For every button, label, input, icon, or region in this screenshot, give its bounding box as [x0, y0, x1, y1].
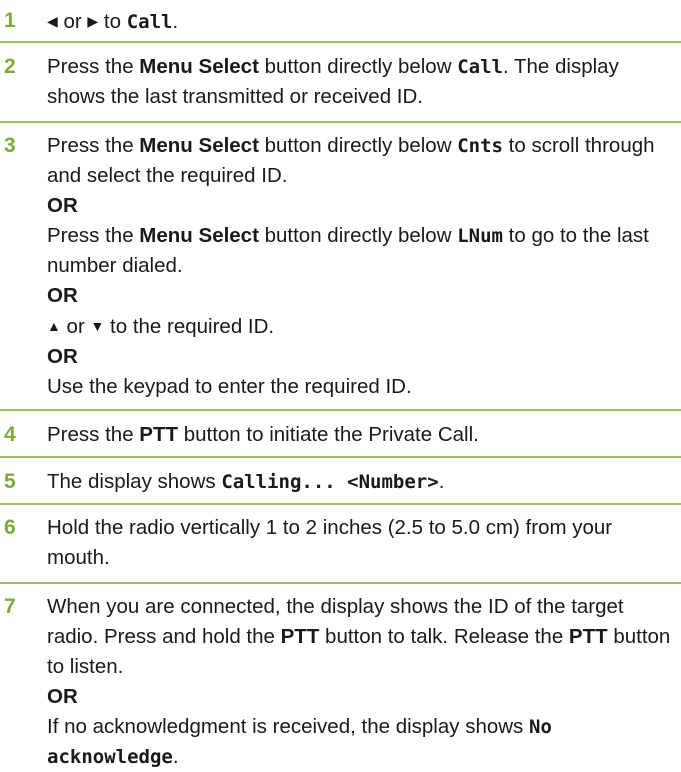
display-text-cnts: Cnts: [457, 135, 503, 157]
display-text-calling: Calling... <Number>: [221, 471, 439, 493]
option-last-number: Press the Menu Select button directly be…: [47, 224, 649, 277]
menu-select-label: Menu Select: [139, 55, 259, 78]
option-arrows: ▲ or ▼ to the required ID.: [47, 311, 675, 342]
option-contacts: Press the Menu Select button directly be…: [47, 134, 655, 187]
down-arrow-icon: ▼: [90, 318, 105, 334]
step-text: ◀ or ▶ to Call.: [47, 6, 675, 37]
step-number: 3: [4, 134, 16, 157]
step-text: Press the Menu Select button directly be…: [47, 131, 675, 402]
or-label: OR: [47, 345, 78, 368]
step-number: 5: [4, 470, 16, 493]
display-text-call: Call: [126, 11, 173, 33]
menu-select-label: Menu Select: [139, 134, 259, 157]
step-text: Press the PTT button to initiate the Pri…: [47, 423, 479, 446]
step-text: When you are connected, the display show…: [47, 592, 675, 772]
step-number: 6: [4, 516, 16, 539]
option-keypad: Use the keypad to enter the required ID.: [47, 375, 412, 398]
step-number: 2: [4, 55, 16, 78]
up-arrow-icon: ▲: [47, 318, 61, 334]
ptt-label: PTT: [139, 423, 179, 446]
left-arrow-icon: ◀: [47, 13, 58, 29]
display-text-call: Call: [457, 56, 503, 78]
divider: [0, 121, 681, 123]
step-text: Hold the radio vertically 1 to 2 inches …: [47, 516, 613, 569]
step-number: 7: [4, 595, 16, 618]
menu-select-label: Menu Select: [139, 224, 259, 247]
divider: [0, 582, 681, 584]
divider: [0, 41, 681, 43]
or-label: OR: [47, 685, 78, 708]
option-no-ack: If no acknowledgment is received, the di…: [47, 715, 552, 768]
divider: [0, 409, 681, 411]
divider: [0, 456, 681, 458]
step-text: Press the Menu Select button directly be…: [47, 55, 619, 108]
option-connected: When you are connected, the display show…: [47, 595, 671, 678]
right-arrow-icon: ▶: [87, 13, 99, 29]
step-number: 4: [4, 423, 16, 446]
step-text: The display shows Calling... <Number>.: [47, 470, 445, 493]
divider: [0, 503, 681, 505]
display-text-lnum: LNum: [457, 225, 503, 247]
step-number: 1: [4, 9, 16, 32]
ptt-label: PTT: [280, 625, 320, 648]
ptt-label: PTT: [568, 625, 608, 648]
or-label: OR: [47, 194, 78, 217]
or-label: OR: [47, 284, 78, 307]
